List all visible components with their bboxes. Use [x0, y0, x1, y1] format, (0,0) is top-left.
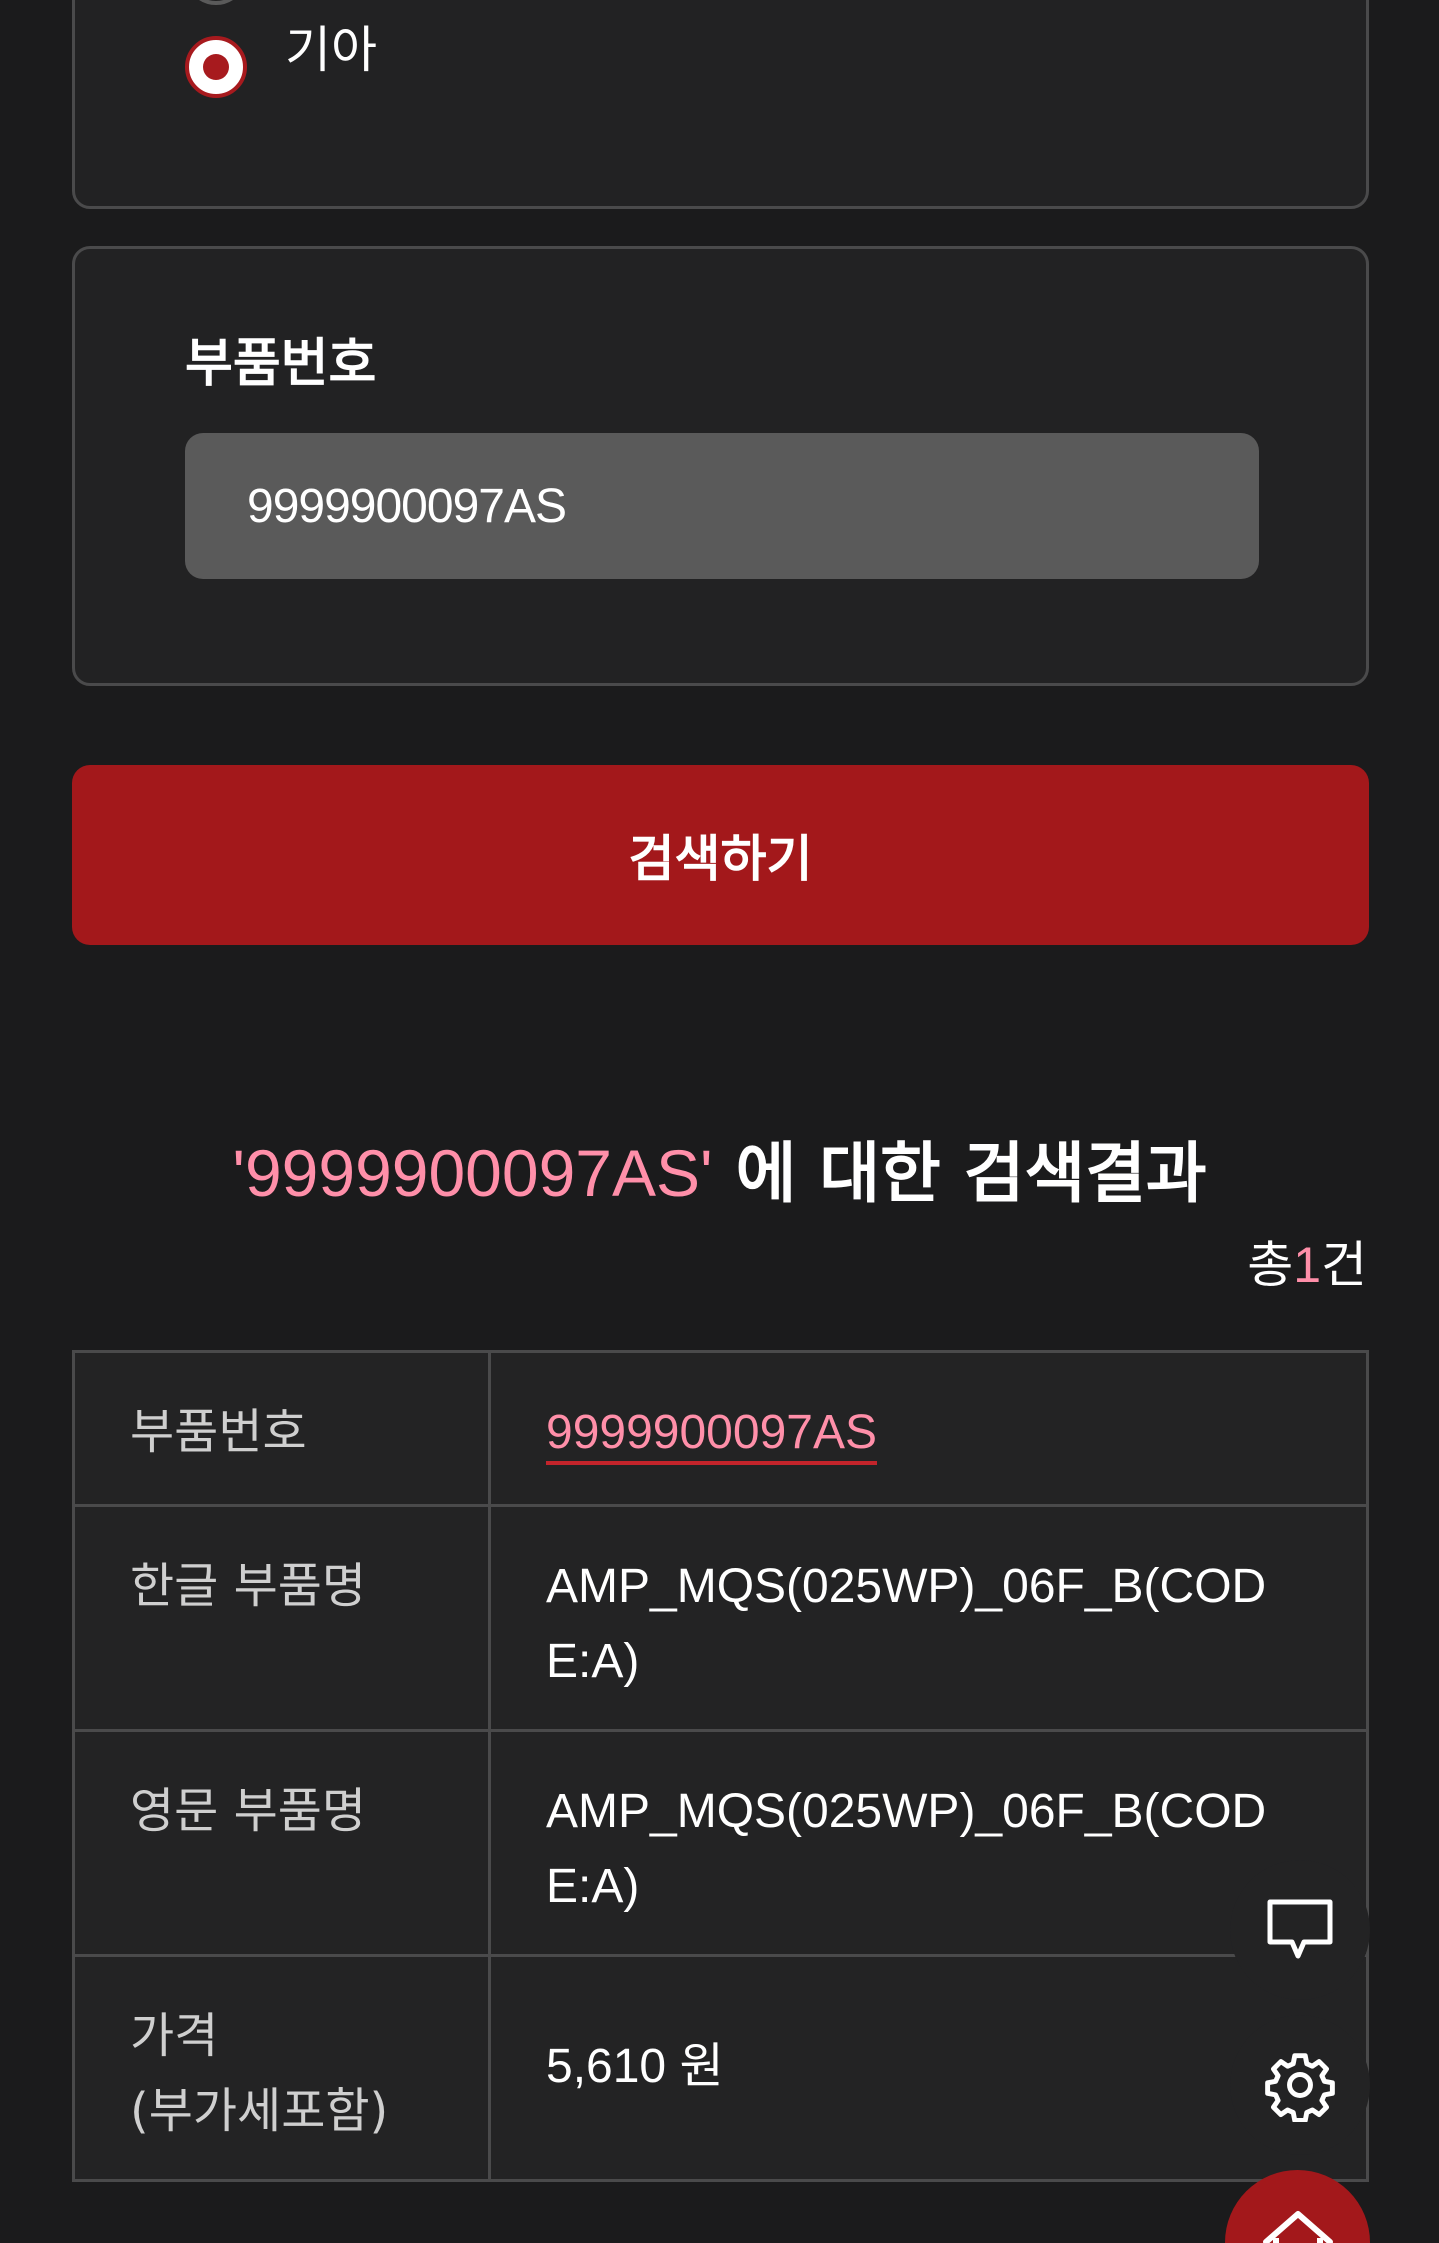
page: 기아 부품번호 검색하기 '9999900097AS' 에 대한 검색결과 총1…: [0, 0, 1439, 2243]
home-icon: [1262, 2211, 1333, 2243]
brand-radio-kia[interactable]: [185, 36, 247, 98]
brand-radio-hyundai[interactable]: [185, 0, 247, 5]
settings-button[interactable]: [1230, 2015, 1370, 2155]
total-suffix: 건: [1321, 1236, 1367, 1294]
part-number-label: 부품번호: [185, 334, 377, 394]
search-button[interactable]: 검색하기: [72, 765, 1369, 945]
part-number-card: 부품번호: [72, 246, 1369, 686]
korean-name-value: AMP_MQS(025WP)_06F_B(CODE:A): [488, 1504, 1369, 1732]
brand-radio-kia-label[interactable]: 기아: [285, 25, 377, 75]
chat-button[interactable]: [1230, 1860, 1370, 2000]
table-row: 영문 부품명 AMP_MQS(025WP)_06F_B(CODE:A): [72, 1729, 1369, 1957]
part-number-link[interactable]: 9999900097AS: [546, 1406, 877, 1465]
total-number: 1: [1293, 1237, 1321, 1293]
price-header-line2: (부가세포함): [130, 2083, 389, 2139]
chat-bubble-icon: [1267, 1899, 1333, 1959]
result-table: 부품번호 9999900097AS 한글 부품명 AMP_MQS(025WP)_…: [72, 1350, 1369, 2182]
price-header: 가격 (부가세포함): [72, 1954, 491, 2182]
result-heading-suffix: 에 대한 검색결과: [712, 1135, 1207, 1212]
korean-name-header: 한글 부품명: [72, 1504, 491, 1732]
part-number-cell: 9999900097AS: [488, 1350, 1369, 1507]
table-row: 부품번호 9999900097AS: [72, 1350, 1369, 1507]
price-header-line1: 가격: [130, 2008, 219, 2064]
result-total-count: 총1건: [1247, 1230, 1367, 1300]
table-row: 한글 부품명 AMP_MQS(025WP)_06F_B(CODE:A): [72, 1504, 1369, 1732]
gear-icon: [1265, 2053, 1335, 2122]
table-row: 가격 (부가세포함) 5,610 원: [72, 1954, 1369, 2182]
part-number-input[interactable]: [185, 433, 1259, 579]
result-heading: '9999900097AS' 에 대한 검색결과: [0, 1125, 1439, 1222]
radio-selected-dot: [203, 54, 229, 80]
english-name-header: 영문 부품명: [72, 1729, 491, 1957]
total-prefix: 총: [1247, 1236, 1294, 1294]
brand-selector-card: 기아: [72, 0, 1369, 209]
result-query: '9999900097AS': [232, 1136, 713, 1210]
part-number-header: 부품번호: [72, 1350, 491, 1507]
